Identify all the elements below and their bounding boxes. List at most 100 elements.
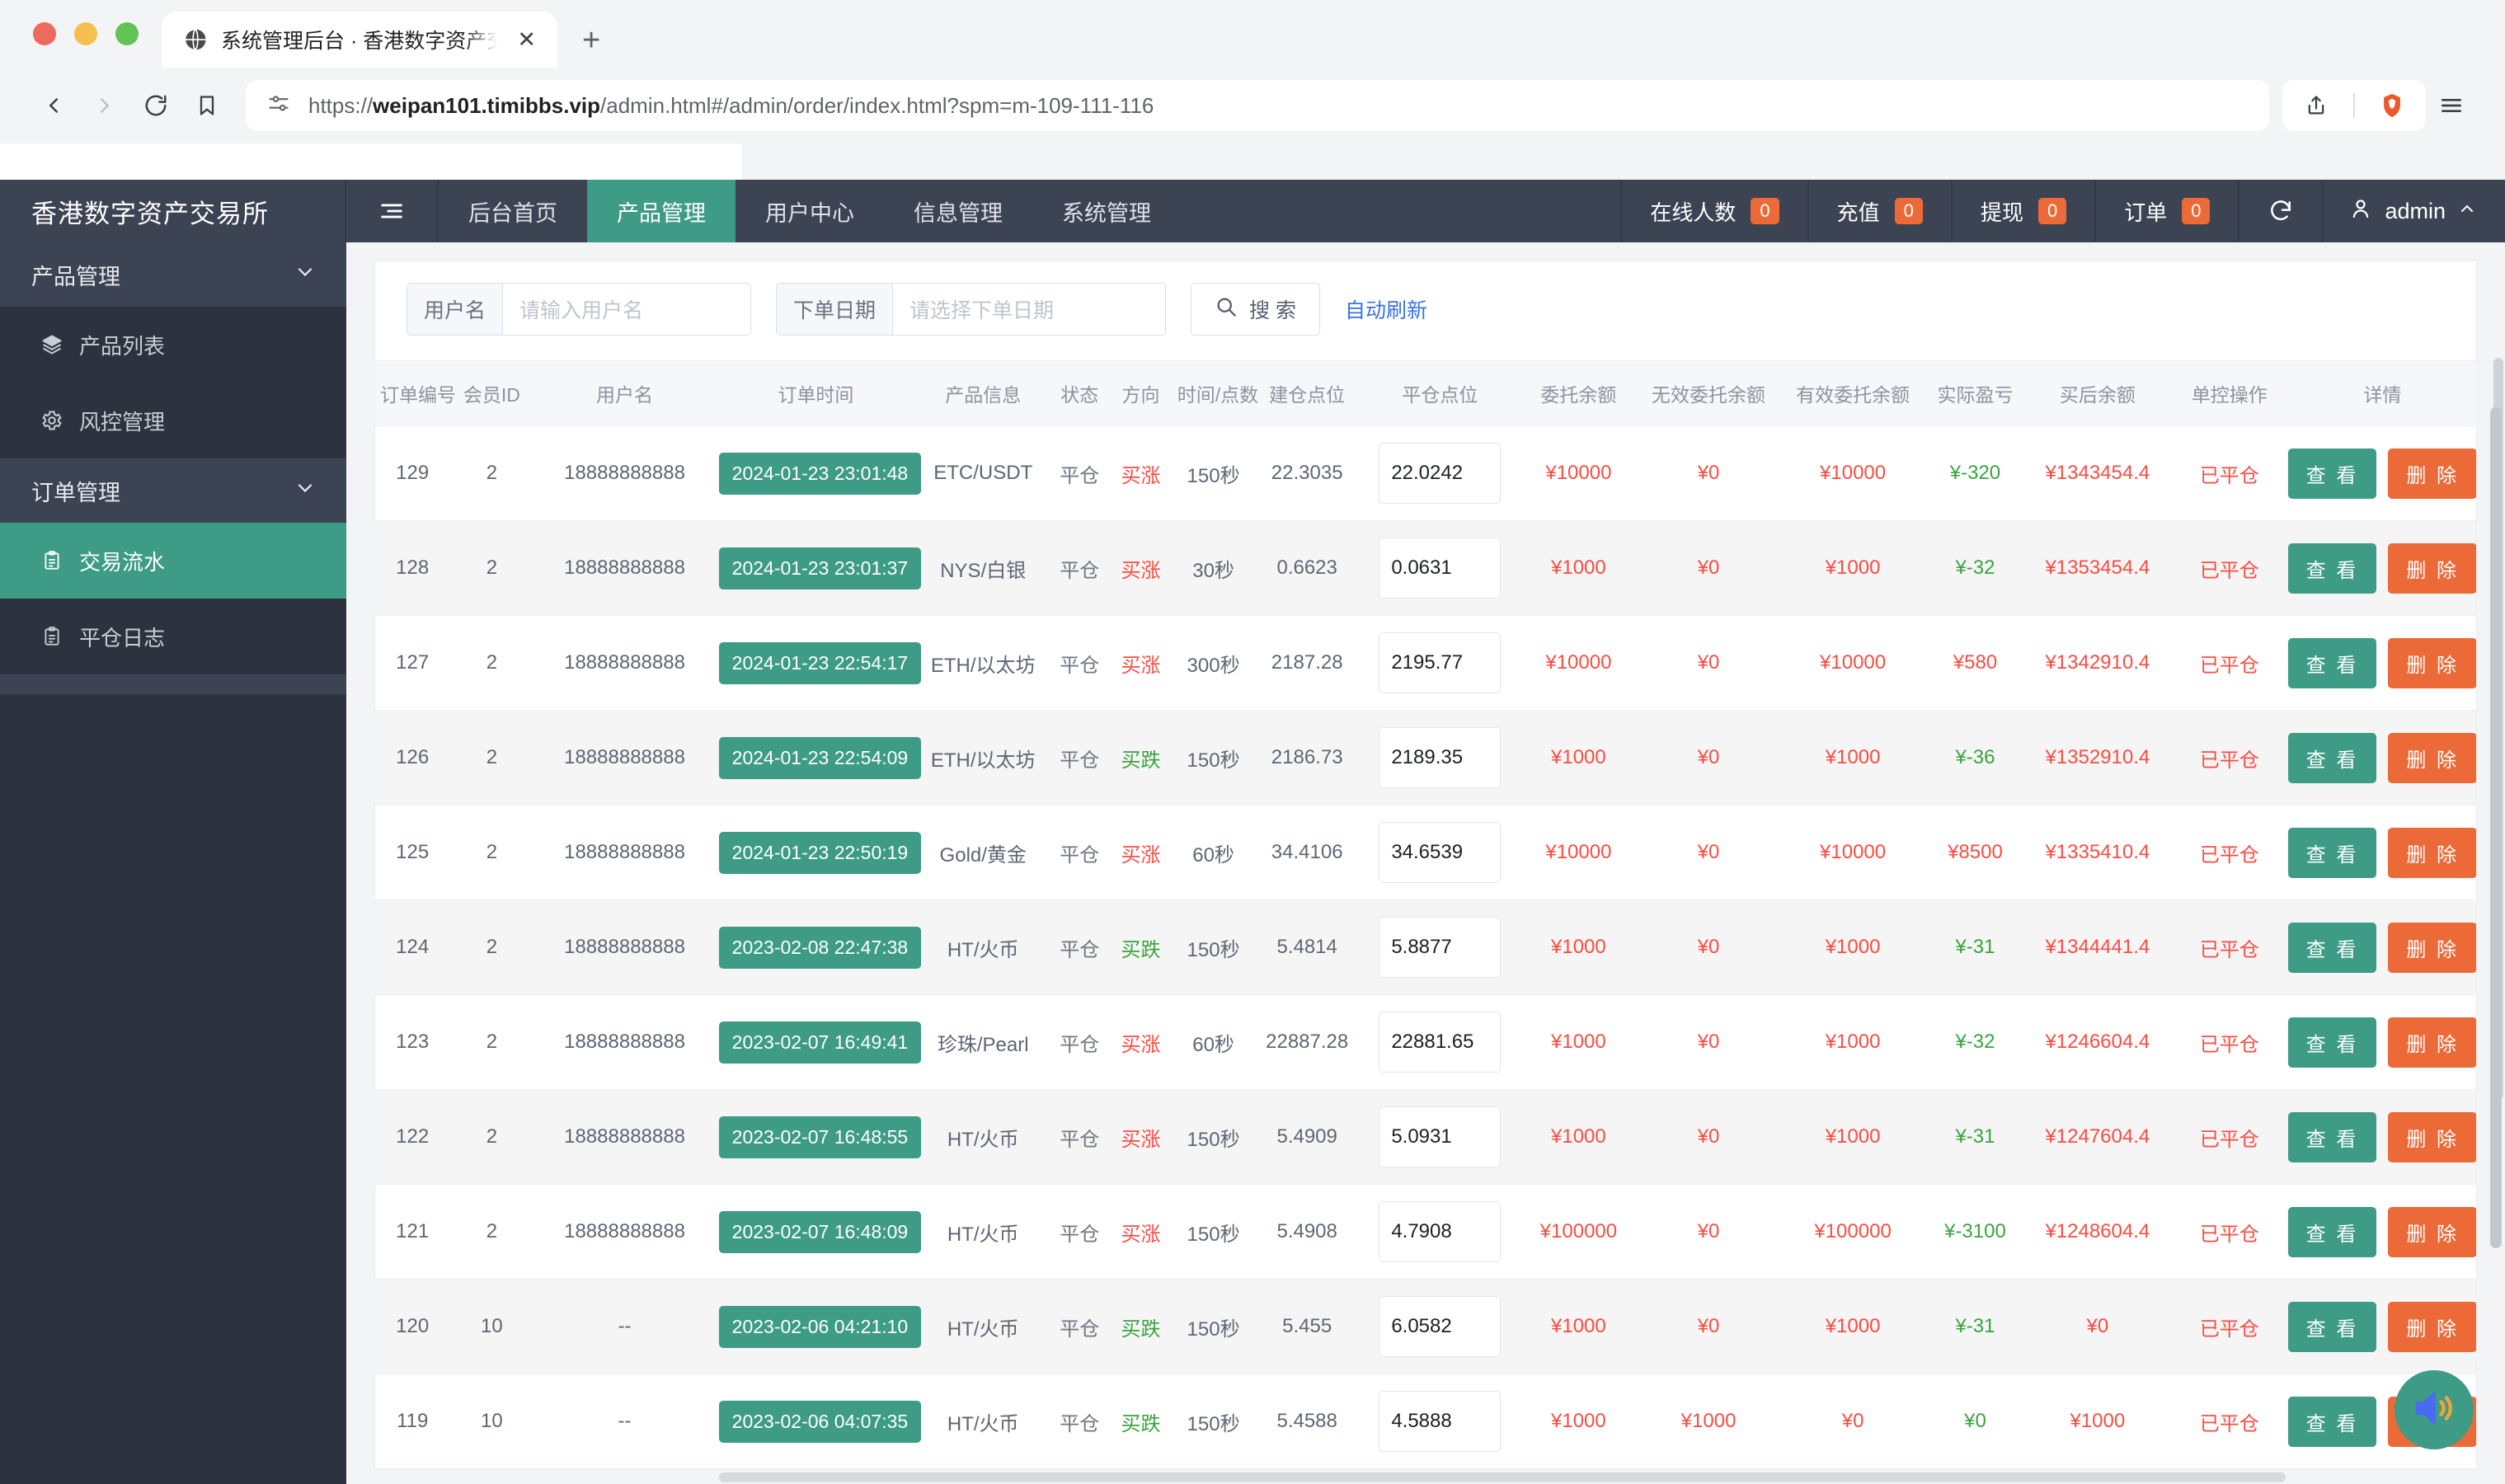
delete-button[interactable]: 删 除: [2388, 542, 2476, 594]
cell-valid-entrust: ¥10000: [1779, 805, 1926, 900]
view-button[interactable]: 查 看: [2287, 827, 2377, 878]
content-horizontal-scrollbar[interactable]: [719, 1472, 2505, 1482]
close-price-input[interactable]: 6.0582: [1379, 1296, 1502, 1357]
view-button[interactable]: 查 看: [2287, 1206, 2377, 1257]
topnav-item-0[interactable]: 后台首页: [439, 180, 587, 242]
close-tab-button[interactable]: ✕: [510, 26, 543, 54]
close-window-button[interactable]: [33, 22, 56, 45]
view-button[interactable]: 查 看: [2287, 448, 2377, 499]
stat-online-users[interactable]: 在线人数 0: [1620, 180, 1807, 242]
table-row[interactable]: 125 2 18888888888 2024-01-23 22:50:19 Gold/黄…: [375, 805, 2476, 900]
sidebar-group-order[interactable]: 订单管理: [0, 458, 346, 523]
chevron-down-icon: [294, 261, 317, 289]
share-icon[interactable]: [2291, 80, 2342, 131]
cell-status: 平仓: [1050, 1374, 1110, 1469]
view-button[interactable]: 查 看: [2287, 732, 2377, 783]
delete-button[interactable]: 删 除: [2388, 637, 2476, 688]
minimize-window-button[interactable]: [74, 22, 97, 45]
col-detail: 详情: [2288, 360, 2476, 426]
table-row[interactable]: 129 2 18888888888 2024-01-23 23:01:48 ETC/US…: [375, 425, 2476, 521]
delete-button[interactable]: 删 除: [2388, 1017, 2476, 1068]
table-row[interactable]: 124 2 18888888888 2023-02-08 22:47:38 HT/火币平…: [375, 899, 2476, 995]
stat-deposits-badge: 0: [1894, 197, 1923, 225]
table-row[interactable]: 123 2 18888888888 2023-02-07 16:49:41 珍珠/Pea…: [375, 994, 2476, 1090]
search-button[interactable]: 搜 索: [1191, 283, 1320, 336]
col-balance-after: 买后余额: [2024, 360, 2170, 426]
reload-button[interactable]: [130, 80, 181, 131]
table-row[interactable]: 120 10 -- 2023-02-06 04:21:10 HT/火币 平仓 买跌 150秒 5…: [375, 1279, 2476, 1374]
table-row[interactable]: 127 2 18888888888 2024-01-23 22:54:17 ETH/以太…: [375, 615, 2476, 711]
view-button[interactable]: 查 看: [2287, 1396, 2377, 1447]
close-price-input[interactable]: 0.0631: [1379, 538, 1502, 599]
close-price-input[interactable]: 22881.65: [1379, 1012, 1502, 1073]
table-row[interactable]: 121 2 18888888888 2023-02-07 16:48:09 HT/火币平…: [375, 1184, 2476, 1280]
sidebar-group-product[interactable]: 产品管理: [0, 242, 346, 307]
topnav-item-2[interactable]: 用户中心: [736, 180, 884, 242]
address-bar[interactable]: https://weipan101.timibbs.vip/admin.html…: [246, 80, 2269, 131]
close-price-input[interactable]: 34.6539: [1379, 822, 1502, 883]
auto-refresh-link[interactable]: 自动刷新: [1345, 294, 1427, 324]
sidebar-item-close-log[interactable]: 平仓日志: [0, 599, 346, 674]
user-menu[interactable]: admin: [2322, 180, 2505, 242]
delete-button[interactable]: 删 除: [2388, 1301, 2476, 1352]
topnav-item-1[interactable]: 产品管理: [587, 180, 736, 242]
order-date-filter[interactable]: 下单日期 请选择下单日期: [776, 283, 1167, 336]
close-price-input[interactable]: 5.8877: [1379, 917, 1502, 978]
view-button[interactable]: 查 看: [2287, 542, 2377, 594]
stat-withdrawals[interactable]: 提现 0: [1950, 180, 2094, 242]
close-price-input[interactable]: 2189.35: [1379, 727, 1502, 788]
table-row[interactable]: 128 2 18888888888 2024-01-23 23:01:37 NYS/白银…: [375, 520, 2476, 616]
topnav-item-3[interactable]: 信息管理: [884, 180, 1032, 242]
delete-button[interactable]: 删 除: [2388, 1206, 2476, 1257]
view-button[interactable]: 查 看: [2287, 1111, 2377, 1162]
delete-button[interactable]: 删 除: [2388, 448, 2476, 499]
sidebar-collapse-toggle[interactable]: [346, 180, 439, 242]
forward-button[interactable]: [79, 80, 130, 131]
page-vertical-scroll-thumb[interactable]: [2490, 407, 2502, 1248]
delete-button[interactable]: 删 除: [2388, 1111, 2476, 1162]
close-price-input[interactable]: 2195.77: [1379, 632, 1502, 693]
view-button[interactable]: 查 看: [2287, 922, 2377, 973]
page-vertical-scrollbar[interactable]: [2490, 308, 2502, 1479]
cell-product: NYS/白银: [916, 520, 1050, 616]
delete-button[interactable]: 删 除: [2388, 732, 2476, 783]
delete-button[interactable]: 删 除: [2388, 922, 2476, 973]
close-price-input[interactable]: 4.7908: [1379, 1201, 1502, 1262]
browser-menu-icon[interactable]: [2426, 80, 2477, 131]
close-price-input[interactable]: 22.0242: [1379, 443, 1502, 504]
brave-shields-icon[interactable]: [2366, 80, 2418, 131]
sidebar-item-transaction-flow[interactable]: 交易流水: [0, 523, 346, 599]
bookmark-icon[interactable]: [181, 80, 233, 131]
close-price-input[interactable]: 4.5888: [1379, 1391, 1502, 1452]
view-button[interactable]: 查 看: [2287, 1017, 2377, 1068]
order-date-input[interactable]: 请选择下单日期: [893, 284, 1165, 335]
sidebar-item-product-list[interactable]: 产品列表: [0, 307, 346, 383]
cell-direction: 买涨: [1109, 425, 1173, 521]
cell-pnl: ¥-31: [1925, 899, 2025, 995]
cell-close-price: 2195.77: [1359, 615, 1520, 711]
table-row[interactable]: 119 10 -- 2023-02-06 04:07:35 HT/火币 平仓 买跌 150秒 5…: [375, 1374, 2476, 1469]
content-horizontal-scroll-thumb[interactable]: [719, 1472, 2286, 1482]
stat-orders[interactable]: 订单 0: [2094, 180, 2238, 242]
sidebar-item-risk-control[interactable]: 风控管理: [0, 383, 346, 458]
view-button[interactable]: 查 看: [2287, 637, 2377, 688]
back-button[interactable]: [28, 80, 79, 131]
browser-tab[interactable]: 系统管理后台 · 香港数字资产交易所 ✕: [162, 12, 557, 68]
delete-button[interactable]: 删 除: [2388, 827, 2476, 878]
table-row[interactable]: 126 2 18888888888 2024-01-23 22:54:09 ETH/以太…: [375, 710, 2476, 805]
maximize-window-button[interactable]: [115, 22, 139, 45]
cell-member-id: 10: [449, 1374, 534, 1469]
close-price-input[interactable]: 5.0931: [1379, 1106, 1502, 1167]
sound-toggle-fab[interactable]: [2395, 1370, 2474, 1449]
new-tab-button[interactable]: +: [557, 25, 625, 68]
username-input[interactable]: 请输入用户名: [503, 284, 750, 335]
site-settings-icon[interactable]: [267, 92, 290, 120]
view-button[interactable]: 查 看: [2287, 1301, 2377, 1352]
header-refresh-button[interactable]: [2238, 180, 2322, 242]
table-row[interactable]: 122 2 18888888888 2023-02-07 16:48:55 HT/火币平…: [375, 1089, 2476, 1185]
username-filter[interactable]: 用户名 请输入用户名: [407, 283, 752, 336]
topnav-item-4[interactable]: 系统管理: [1032, 180, 1181, 242]
status-badge: 已平仓: [2199, 1317, 2259, 1341]
cell-entrust-balance: ¥1000: [1520, 1374, 1638, 1469]
stat-deposits[interactable]: 充值 0: [1807, 180, 1951, 242]
